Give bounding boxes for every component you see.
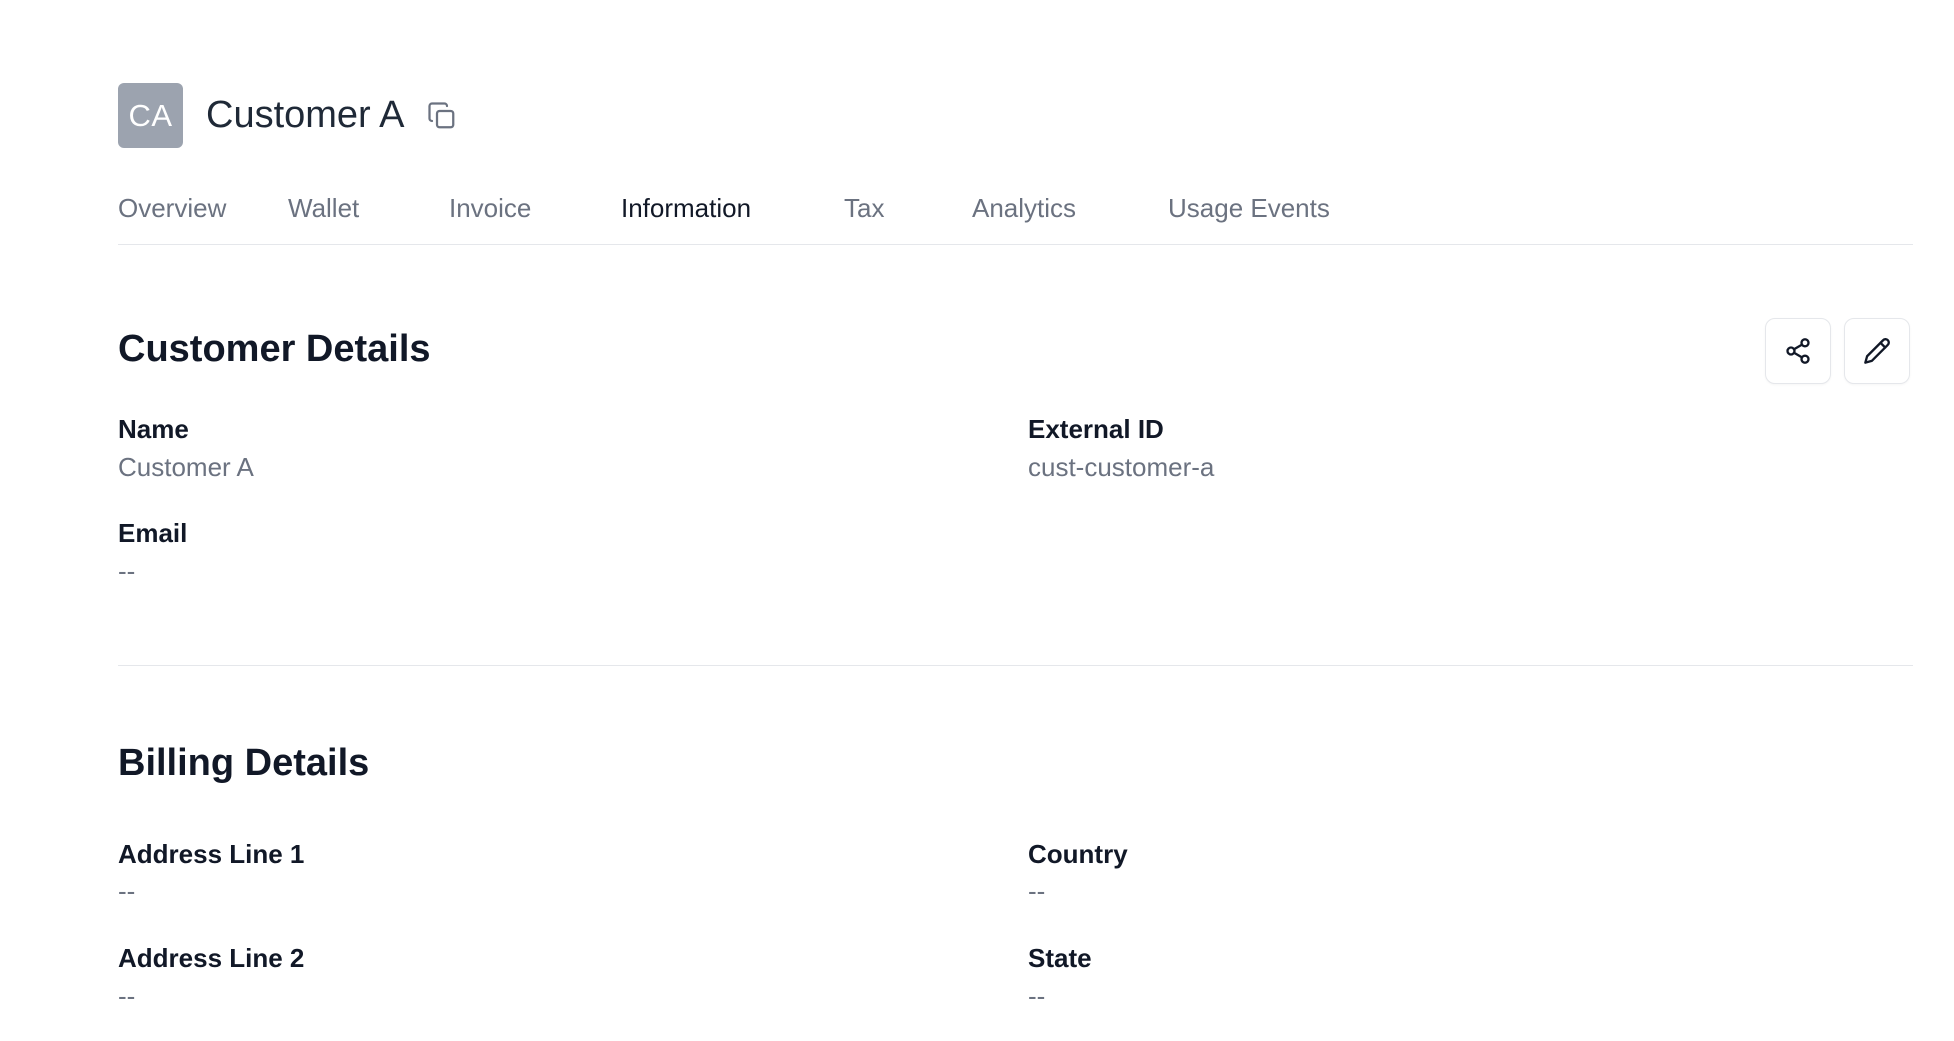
email-value: -- (118, 556, 136, 586)
customer-header: CA Customer A (118, 83, 459, 148)
pencil-icon (1864, 338, 1890, 364)
page-title: Customer A (206, 94, 405, 136)
external-id-value: cust-customer-a (1028, 452, 1215, 482)
copy-icon (427, 101, 454, 128)
tab-bar: Overview Wallet Invoice Information Tax … (118, 190, 1913, 245)
tab-analytics[interactable]: Analytics (972, 193, 1076, 224)
edit-button[interactable] (1844, 318, 1910, 384)
email-label: Email (118, 518, 188, 548)
external-id-label: External ID (1028, 414, 1164, 444)
address-line-2-value: -- (118, 981, 136, 1011)
share-button[interactable] (1765, 318, 1831, 384)
address-line-2-label: Address Line 2 (118, 943, 305, 973)
state-value: -- (1028, 981, 1046, 1011)
avatar: CA (118, 83, 183, 148)
customer-page: CA Customer A Overview Wallet Invoice In… (0, 0, 1954, 1041)
tab-tax[interactable]: Tax (844, 193, 884, 224)
address-line-1-label: Address Line 1 (118, 839, 305, 869)
customer-details-title: Customer Details (118, 328, 431, 370)
state-label: State (1028, 943, 1092, 973)
country-label: Country (1028, 839, 1128, 869)
tab-wallet[interactable]: Wallet (288, 193, 359, 224)
name-label: Name (118, 414, 189, 444)
billing-details-title: Billing Details (118, 742, 370, 784)
country-value: -- (1028, 876, 1046, 906)
address-line-1-value: -- (118, 876, 136, 906)
name-value: Customer A (118, 452, 254, 482)
tab-information[interactable]: Information (621, 193, 751, 224)
tab-usage-events[interactable]: Usage Events (1168, 193, 1330, 224)
share-icon (1786, 338, 1810, 364)
section-divider (118, 665, 1913, 666)
tab-invoice[interactable]: Invoice (449, 193, 531, 224)
tab-overview[interactable]: Overview (118, 193, 226, 224)
copy-button[interactable] (425, 99, 459, 133)
